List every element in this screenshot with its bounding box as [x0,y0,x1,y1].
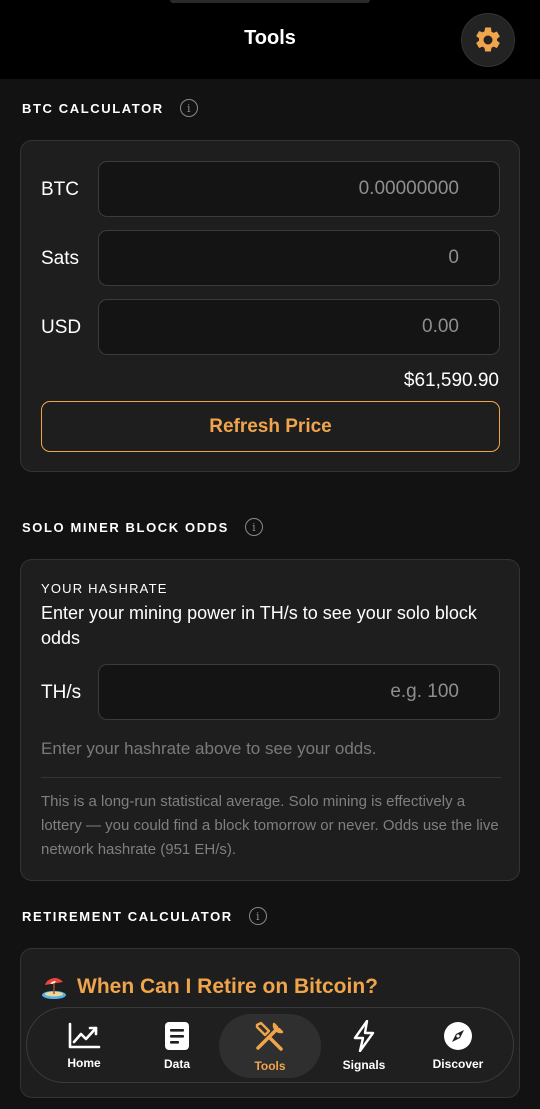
bottom-tab-bar: Home Data Tools Signals Discover [26,1007,514,1083]
btc-input[interactable]: 0.00000000 [98,161,500,217]
status-bar-notch [170,0,370,3]
ths-label: TH/s [41,682,82,703]
tab-data[interactable]: Data [132,1008,222,1084]
tab-signals[interactable]: Signals [319,1008,409,1084]
page-title: Tools [244,27,296,49]
retirement-title: RETIREMENT CALCULATOR [22,908,233,924]
hashrate-input[interactable]: e.g. 100 [98,664,500,720]
sats-input[interactable]: 0 [98,230,500,286]
tab-tools-label: Tools [254,1059,286,1073]
btc-price: $61,590.90 [403,370,499,391]
btc-label: BTC [41,179,79,200]
tab-discover-label: Discover [432,1057,484,1071]
usd-label: USD [41,317,82,338]
tab-tools[interactable]: Tools [219,1014,321,1078]
retirement-card-title-row: When Can I Retire on Bitcoin? [41,974,378,1000]
retirement-heading: RETIREMENT CALCULATOR i [22,907,267,925]
tab-home[interactable]: Home [39,1008,129,1084]
info-icon[interactable]: i [248,907,267,925]
solo-miner-card: YOUR HASHRATE Enter your mining power in… [20,559,520,881]
settings-button[interactable] [461,13,515,67]
tab-data-label: Data [163,1057,190,1071]
odds-hint: Enter your hashrate above to see your od… [41,739,377,758]
tab-home-label: Home [67,1056,101,1070]
refresh-price-button[interactable]: Refresh Price [41,401,500,452]
retirement-card-title: When Can I Retire on Bitcoin? [77,975,379,998]
lightning-icon [353,1020,375,1052]
chart-up-icon [68,1022,101,1049]
hashrate-description: Enter your mining power in TH/s to see y… [41,603,477,648]
document-icon [165,1022,189,1050]
btc-calculator-heading: BTC CALCULATOR i [22,99,198,117]
divider [41,777,501,778]
top-header: Tools [0,0,540,79]
hashrate-heading: YOUR HASHRATE [41,581,168,596]
beach-umbrella-icon [42,978,66,999]
tab-discover[interactable]: Discover [413,1008,503,1084]
btc-calculator-card: BTC 0.00000000 Sats 0 USD 0.00 $61,590.9… [20,140,520,472]
btc-calculator-title: BTC CALCULATOR [22,100,164,116]
gear-icon [476,27,500,52]
solo-miner-heading: SOLO MINER BLOCK ODDS i [22,518,263,536]
compass-icon [444,1022,472,1050]
odds-note: This is a long-run statistical average. … [41,793,499,858]
solo-miner-title: SOLO MINER BLOCK ODDS [22,519,229,535]
sats-label: Sats [41,248,80,269]
tools-icon [255,1021,284,1051]
info-icon[interactable]: i [244,518,263,536]
info-icon[interactable]: i [179,99,198,117]
tab-signals-label: Signals [342,1058,386,1072]
usd-input[interactable]: 0.00 [98,299,500,355]
